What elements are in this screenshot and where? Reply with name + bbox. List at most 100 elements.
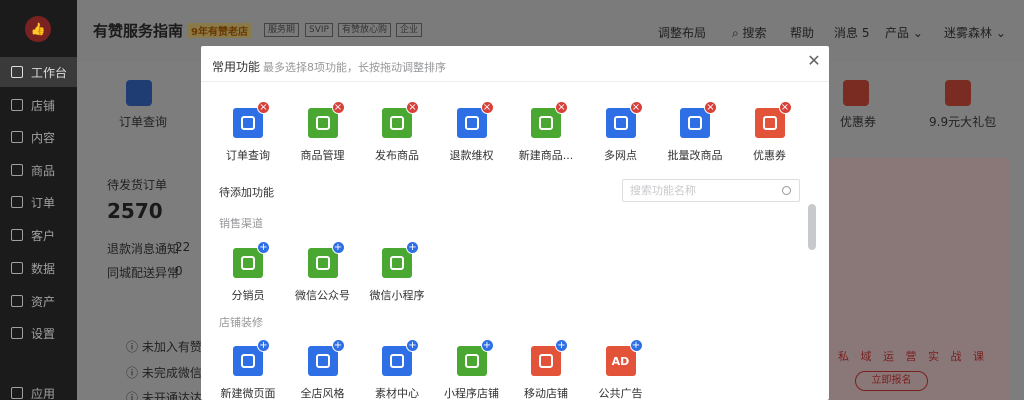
goods-icon xyxy=(11,164,23,176)
sidebar-item-assets[interactable]: 资产 xyxy=(0,286,77,316)
sidebar-item-goods[interactable]: 商品 xyxy=(0,155,77,185)
function-label: 优惠券 xyxy=(753,149,786,162)
function-label: 公共广告 xyxy=(598,387,643,400)
add-icon[interactable]: + xyxy=(480,339,494,352)
sidebar-item-store[interactable]: 店铺 xyxy=(0,90,77,120)
sidebar-item-customers[interactable]: 客户 xyxy=(0,220,77,250)
close-icon[interactable]: ✕ xyxy=(807,53,821,69)
function-tile[interactable]: + 移动店铺 xyxy=(510,339,582,400)
pending-functions-title: 待添加功能 xyxy=(219,186,274,199)
promo-signup-button[interactable]: 立即报名 xyxy=(855,371,928,391)
function-tile[interactable]: × 优惠券 xyxy=(734,101,806,163)
mobile-store-icon: + xyxy=(531,339,568,376)
remove-icon[interactable]: × xyxy=(406,101,419,114)
city-delivery-count[interactable]: 0 xyxy=(175,264,183,278)
refund-count[interactable]: 22 xyxy=(175,240,190,254)
add-icon[interactable]: + xyxy=(406,241,419,254)
add-icon[interactable]: + xyxy=(331,339,345,352)
tag-enterprise: 企业 xyxy=(396,23,423,37)
icon-glyph xyxy=(390,116,404,130)
common-functions-modal: 常用功能 最多选择8项功能，长按拖动调整排序 ✕ × 订单查询 × 商品管理 × 发布商品… xyxy=(201,46,829,400)
function-search[interactable] xyxy=(622,179,800,202)
search-input[interactable] xyxy=(630,184,780,197)
modal-header: 常用功能 最多选择8项功能，长按拖动调整排序 ✕ xyxy=(201,46,829,82)
sidebar-item-settings[interactable]: 设置 xyxy=(0,318,77,348)
icon-glyph xyxy=(315,256,330,270)
function-tile[interactable]: × 订单查询 xyxy=(212,101,284,163)
coupon-icon[interactable] xyxy=(843,80,869,106)
function-tile[interactable]: × 新建商品... xyxy=(510,101,582,163)
pending-orders-count[interactable]: 2570 xyxy=(107,199,163,223)
icon-glyph xyxy=(241,256,255,270)
function-tile[interactable]: + 微信小程序 xyxy=(361,241,433,303)
remove-icon[interactable]: × xyxy=(704,101,717,114)
bag-icon: × xyxy=(680,101,717,138)
function-label: 新建商品... xyxy=(518,149,574,162)
gift-icon[interactable] xyxy=(945,80,971,106)
function-tile[interactable]: + 小程序店铺 xyxy=(436,339,508,400)
function-tile[interactable]: × 批量改商品 xyxy=(659,101,731,163)
help-link[interactable]: 帮助 xyxy=(790,24,814,41)
quick-gift[interactable]: 9.9元大礼包 xyxy=(929,113,996,130)
function-tile[interactable]: + 新建微页面 xyxy=(212,339,284,400)
order-icon xyxy=(11,196,23,208)
products-menu[interactable]: 产品 ⌄ xyxy=(885,24,923,41)
sidebar-item-label: 资产 xyxy=(31,294,56,309)
add-icon[interactable]: + xyxy=(406,339,419,352)
add-icon[interactable]: + xyxy=(555,339,568,352)
icon-glyph xyxy=(762,116,777,130)
remove-icon[interactable]: × xyxy=(480,101,494,114)
logo-icon[interactable]: 👍 xyxy=(25,16,51,42)
function-tile[interactable]: + 微信公众号 xyxy=(287,241,359,303)
sidebar-item-content[interactable]: 内容 xyxy=(0,122,77,152)
function-tile[interactable]: × 多网点 xyxy=(585,101,657,163)
ad-icon: AD + xyxy=(605,339,643,376)
function-label: 小程序店铺 xyxy=(444,387,499,400)
remove-icon[interactable]: × xyxy=(555,101,568,114)
adjust-layout-link[interactable]: 调整布局 xyxy=(658,24,706,41)
icon-glyph xyxy=(390,354,404,368)
add-icon[interactable]: + xyxy=(257,339,270,352)
modal-scrollbar[interactable] xyxy=(808,204,816,250)
sidebar-item-data[interactable]: 数据 xyxy=(0,253,77,283)
remove-icon[interactable]: × xyxy=(331,101,345,114)
function-label: 多网点 xyxy=(604,149,637,162)
add-icon[interactable]: + xyxy=(629,339,643,352)
function-tile[interactable]: × 发布商品 xyxy=(361,101,433,163)
function-tile[interactable]: × 商品管理 xyxy=(287,101,359,163)
quick-order-query[interactable]: 订单查询 xyxy=(119,113,167,130)
workbench-icon xyxy=(11,66,23,78)
modal-hint: 最多选择8项功能，长按拖动调整排序 xyxy=(263,61,446,74)
new-goods-icon: × xyxy=(531,101,568,138)
icon-glyph xyxy=(539,354,553,368)
function-tile[interactable]: + 素材中心 xyxy=(361,339,433,400)
group-title-sales: 销售渠道 xyxy=(219,217,263,230)
function-label: 商品管理 xyxy=(300,149,345,162)
sidebar-item-workbench[interactable]: 工作台 xyxy=(0,57,77,87)
remove-icon[interactable]: × xyxy=(629,101,643,114)
function-label: 移动店铺 xyxy=(524,387,568,400)
add-icon[interactable]: + xyxy=(257,241,270,254)
remove-icon[interactable]: × xyxy=(778,101,792,114)
assets-icon xyxy=(11,295,23,307)
function-tile[interactable]: + 分销员 xyxy=(212,241,284,303)
image-icon: + xyxy=(382,339,419,376)
add-icon[interactable]: + xyxy=(331,241,345,254)
messages-link[interactable]: 消息 5 xyxy=(834,24,869,41)
order-query-icon[interactable] xyxy=(126,80,152,106)
page-title: 有赞服务指南 xyxy=(93,22,184,40)
icon-glyph xyxy=(613,116,628,130)
sidebar-item-label: 数据 xyxy=(31,261,56,276)
function-tile[interactable]: + 全店风格 xyxy=(287,339,359,400)
function-tile[interactable]: AD + 公共广告 xyxy=(585,339,657,400)
quick-coupon[interactable]: 优惠券 xyxy=(840,113,876,130)
function-label: 退款维权 xyxy=(449,149,494,162)
icon-glyph xyxy=(464,354,479,368)
user-name: 迷雾森林 xyxy=(944,26,993,40)
function-tile[interactable]: × 退款维权 xyxy=(436,101,508,163)
remove-icon[interactable]: × xyxy=(257,101,270,114)
sidebar-item-orders[interactable]: 订单 xyxy=(0,187,77,217)
search-link[interactable]: ⌕ 搜索 xyxy=(732,24,767,41)
sidebar-item-apps[interactable]: 应用 xyxy=(0,378,77,400)
user-menu[interactable]: 迷雾森林 ⌄ xyxy=(944,24,1006,41)
